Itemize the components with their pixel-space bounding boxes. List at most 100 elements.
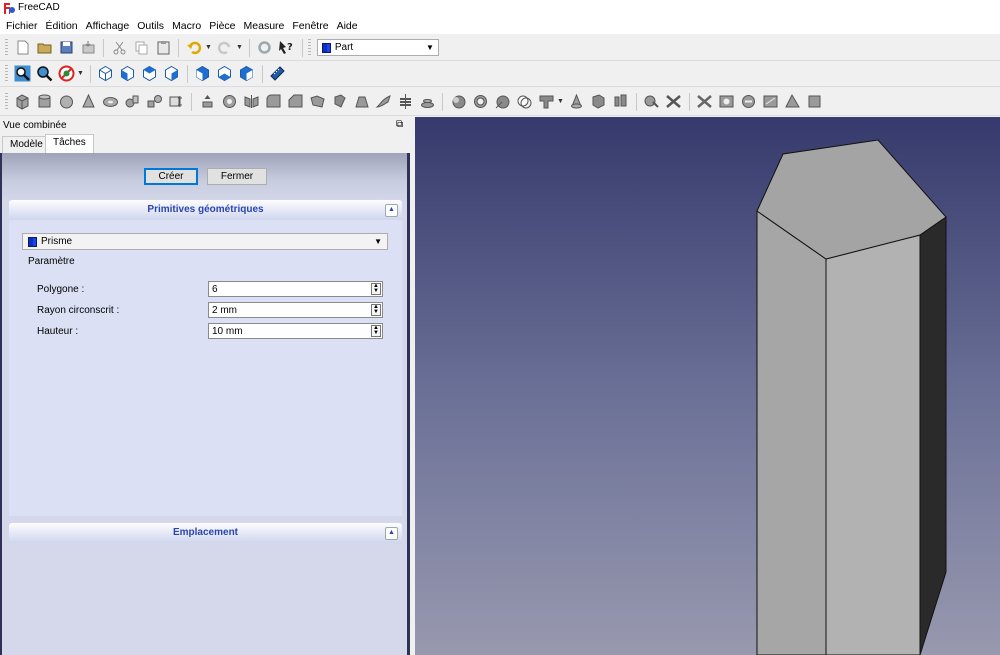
menu-outils[interactable]: Outils bbox=[133, 20, 168, 32]
menu-edition[interactable]: Édition bbox=[42, 20, 82, 32]
mirror-icon[interactable] bbox=[242, 92, 261, 111]
height-input[interactable]: 10 mm ▲ ▼ bbox=[208, 323, 383, 339]
compound-icon[interactable] bbox=[664, 92, 683, 111]
sphere-icon[interactable] bbox=[57, 92, 76, 111]
tab-modele[interactable]: Modèle bbox=[2, 136, 51, 153]
toolbar-grip[interactable] bbox=[5, 64, 8, 83]
make-face-icon[interactable] bbox=[308, 92, 327, 111]
cylinder-icon[interactable] bbox=[35, 92, 54, 111]
placement-section-header[interactable]: Emplacement ▲ bbox=[9, 523, 402, 543]
attachment-icon[interactable] bbox=[739, 92, 758, 111]
cross-sections-icon[interactable] bbox=[418, 92, 437, 111]
redo-dropdown-icon[interactable]: ▼ bbox=[236, 44, 243, 51]
projection-icon[interactable] bbox=[493, 92, 512, 111]
menu-affichage[interactable]: Affichage bbox=[82, 20, 134, 32]
ruled-surface-icon[interactable] bbox=[330, 92, 349, 111]
split-icon[interactable] bbox=[642, 92, 661, 111]
join-features-icon[interactable] bbox=[611, 92, 630, 111]
menu-macro[interactable]: Macro bbox=[168, 20, 205, 32]
measure-angular-icon[interactable] bbox=[783, 92, 802, 111]
toolbar-separator bbox=[248, 38, 250, 57]
collapse-icon[interactable]: ▲ bbox=[385, 527, 398, 540]
chamfer-icon[interactable] bbox=[286, 92, 305, 111]
fit-selection-icon[interactable] bbox=[35, 64, 54, 83]
common-icon[interactable] bbox=[589, 92, 608, 111]
toolbar-grip[interactable] bbox=[307, 38, 311, 57]
torus-icon[interactable] bbox=[101, 92, 120, 111]
draw-style-icon[interactable] bbox=[57, 64, 76, 83]
boolean-icon[interactable] bbox=[515, 92, 534, 111]
menu-aide[interactable]: Aide bbox=[333, 20, 362, 32]
save-icon[interactable] bbox=[57, 38, 76, 57]
primitives-icon[interactable] bbox=[145, 92, 164, 111]
hexagonal-prism-model[interactable] bbox=[415, 117, 1000, 655]
fuse-icon[interactable] bbox=[567, 92, 586, 111]
rear-view-icon[interactable] bbox=[193, 64, 212, 83]
toolbar-grip[interactable] bbox=[5, 92, 8, 111]
primitives-section-header[interactable]: Primitives géométriques ▲ bbox=[9, 200, 402, 220]
menu-piece[interactable]: Pièce bbox=[205, 20, 239, 32]
tube-icon[interactable] bbox=[123, 92, 142, 111]
draw-style-dropdown-icon[interactable]: ▼ bbox=[77, 70, 84, 77]
close-button[interactable]: Fermer bbox=[207, 168, 267, 185]
defeaturing-icon[interactable] bbox=[717, 92, 736, 111]
save-as-icon[interactable] bbox=[79, 38, 98, 57]
check-geometry-icon[interactable] bbox=[695, 92, 714, 111]
sweep-icon[interactable] bbox=[374, 92, 393, 111]
tab-taches[interactable]: Tâches bbox=[45, 134, 94, 153]
collapse-icon[interactable]: ▲ bbox=[385, 204, 398, 217]
measure-icon[interactable] bbox=[268, 64, 287, 83]
3d-viewport[interactable] bbox=[415, 117, 1000, 655]
fillet-icon[interactable] bbox=[264, 92, 283, 111]
undo-dropdown-icon[interactable]: ▼ bbox=[205, 44, 212, 51]
whats-this-icon[interactable]: ? bbox=[277, 38, 296, 57]
create-button[interactable]: Créer bbox=[144, 168, 198, 185]
cut-icon[interactable] bbox=[110, 38, 129, 57]
paste-icon[interactable] bbox=[154, 38, 173, 57]
isometric-view-icon[interactable] bbox=[96, 64, 115, 83]
right-view-icon[interactable] bbox=[162, 64, 181, 83]
copy-icon[interactable] bbox=[132, 38, 151, 57]
fit-all-icon[interactable] bbox=[13, 64, 32, 83]
float-panel-icon[interactable]: ⧉ bbox=[396, 119, 403, 130]
spinner-arrows-icon[interactable]: ▲ ▼ bbox=[371, 304, 381, 316]
cone-icon[interactable] bbox=[79, 92, 98, 111]
menu-measure[interactable]: Measure bbox=[240, 20, 289, 32]
box-icon[interactable] bbox=[13, 92, 32, 111]
thickness-icon[interactable] bbox=[471, 92, 490, 111]
toolbar-grip[interactable] bbox=[5, 38, 8, 57]
spinner-arrows-icon[interactable]: ▲ ▼ bbox=[371, 283, 381, 295]
workbench-selector[interactable]: Part ▼ bbox=[316, 39, 439, 56]
spinner-arrows-icon[interactable]: ▲ ▼ bbox=[371, 325, 381, 337]
toolbar-separator bbox=[103, 38, 104, 57]
placement-section: Emplacement ▲ bbox=[9, 523, 402, 543]
extrude-icon[interactable] bbox=[198, 92, 217, 111]
cut-dropdown-icon[interactable]: ▼ bbox=[557, 98, 564, 105]
open-icon[interactable] bbox=[35, 38, 54, 57]
measure-refresh-icon[interactable] bbox=[805, 92, 824, 111]
prism-left-face[interactable] bbox=[756, 210, 827, 655]
task-panel: Créer Fermer Primitives géométriques ▲ E… bbox=[2, 153, 407, 655]
revolve-icon[interactable] bbox=[220, 92, 239, 111]
left-view-icon[interactable] bbox=[237, 64, 256, 83]
new-icon[interactable] bbox=[13, 38, 32, 57]
bottom-view-icon[interactable] bbox=[215, 64, 234, 83]
shape-builder-icon[interactable] bbox=[167, 92, 186, 111]
undo-icon[interactable] bbox=[185, 38, 204, 57]
offset-icon[interactable] bbox=[449, 92, 468, 111]
section-icon[interactable] bbox=[396, 92, 415, 111]
circumradius-input[interactable]: 2 mm ▲ ▼ bbox=[208, 302, 383, 318]
front-view-icon[interactable] bbox=[118, 64, 137, 83]
redo-icon[interactable] bbox=[215, 38, 234, 57]
refresh-icon[interactable] bbox=[255, 38, 274, 57]
prism-right-face[interactable] bbox=[919, 216, 947, 655]
menu-fenetre[interactable]: Fenêtre bbox=[288, 20, 332, 32]
menu-fichier[interactable]: Fichier bbox=[2, 20, 42, 32]
prism-front-face[interactable] bbox=[825, 234, 921, 655]
measure-linear-icon[interactable] bbox=[761, 92, 780, 111]
polygon-input[interactable]: 6 ▲ ▼ bbox=[208, 281, 383, 297]
primitive-type-select[interactable]: Prisme ▼ bbox=[22, 233, 388, 250]
cut-bool-icon[interactable] bbox=[537, 92, 556, 111]
top-view-icon[interactable] bbox=[140, 64, 159, 83]
loft-icon[interactable] bbox=[352, 92, 371, 111]
